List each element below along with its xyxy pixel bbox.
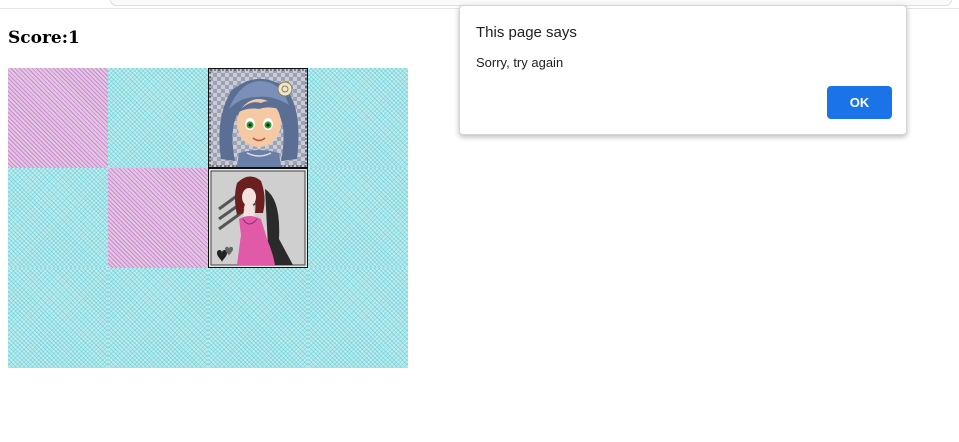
tile-cyan[interactable] bbox=[308, 268, 408, 368]
tile-cyan[interactable] bbox=[8, 168, 108, 268]
ok-button[interactable]: OK bbox=[827, 86, 892, 119]
blue-haired-girl-image bbox=[209, 69, 307, 167]
tile-pink[interactable] bbox=[108, 168, 208, 268]
alert-dialog: This page says Sorry, try again OK bbox=[459, 5, 907, 135]
score-label: Score:1 bbox=[8, 28, 80, 48]
game-board bbox=[8, 68, 408, 368]
dialog-message: Sorry, try again bbox=[476, 55, 564, 70]
girl-pink-dress-image bbox=[209, 169, 307, 267]
tile-cyan[interactable] bbox=[308, 168, 408, 268]
card-girl-pink-dress[interactable] bbox=[208, 168, 308, 268]
dialog-title: This page says bbox=[476, 24, 577, 41]
tile-cyan[interactable] bbox=[108, 68, 208, 168]
tile-cyan[interactable] bbox=[108, 268, 208, 368]
card-blue-haired-girl[interactable] bbox=[208, 68, 308, 168]
tile-cyan[interactable] bbox=[308, 68, 408, 168]
tile-cyan[interactable] bbox=[8, 268, 108, 368]
tile-pink[interactable] bbox=[8, 68, 108, 168]
tile-cyan[interactable] bbox=[208, 268, 308, 368]
